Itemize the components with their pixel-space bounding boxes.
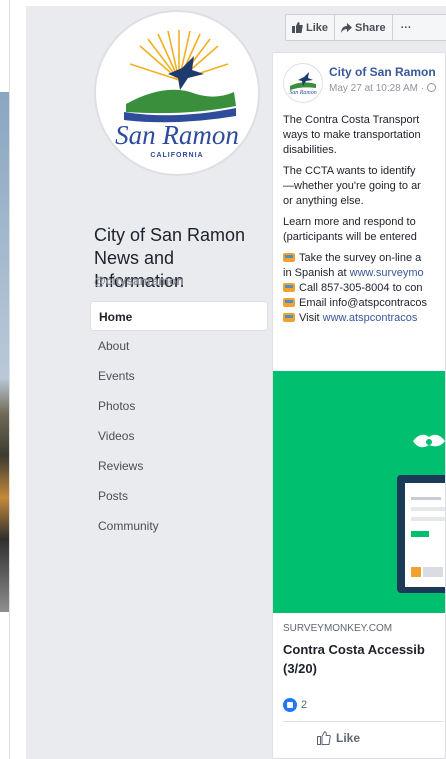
nav-item-videos[interactable]: Videos — [90, 421, 268, 451]
list-item-text: Visit — [299, 312, 323, 324]
nav-item-photos[interactable]: Photos — [90, 391, 268, 421]
reaction-summary[interactable]: 2 — [283, 698, 307, 712]
post-line: —whether you're going to ar — [283, 180, 421, 192]
post-card: San Ramon City of San Ramon May 27 at 10… — [272, 52, 446, 759]
globe-icon — [426, 83, 436, 92]
list-item-text: Call 857-305-8004 to con — [299, 282, 423, 294]
page-action-bar: Like Share ··· — [285, 14, 446, 41]
page-handle[interactable]: @citysanramon — [94, 274, 184, 288]
list-item-text: in Spanish at — [283, 267, 350, 279]
san-ramon-avatar-icon — [290, 72, 316, 90]
page-sidebar: San Ramon CALIFORNIA City of San Ramon N… — [26, 6, 272, 759]
post-list-item: Email info@atspcontracos — [283, 296, 445, 311]
post-line: disabilities. — [283, 144, 337, 156]
thumbs-up-outline-icon — [317, 731, 331, 745]
bus-emoji-icon — [283, 298, 295, 307]
page-nav: Home About Events Photos Videos Reviews … — [90, 301, 268, 541]
post-text: The Contra Costa Transport ways to make … — [283, 113, 445, 326]
facebook-page: San Ramon CALIFORNIA City of San Ramon N… — [26, 6, 446, 759]
main-column: Like Share ··· San Ramon City of San Ram… — [272, 6, 446, 759]
logo-wordmark: San Ramon — [115, 120, 239, 150]
post-list-item: Visit www.atspcontracos — [283, 311, 445, 326]
bus-emoji-icon — [283, 313, 295, 322]
profile-picture[interactable]: San Ramon CALIFORNIA — [94, 10, 260, 176]
link-title-line-2: (3/20) — [283, 661, 317, 676]
post-author-avatar[interactable]: San Ramon — [283, 63, 323, 103]
share-arrow-icon — [341, 22, 353, 33]
post-line: The Contra Costa Transport — [283, 114, 420, 126]
nav-item-events[interactable]: Events — [90, 361, 268, 391]
post-line: ways to make transportation — [283, 129, 421, 141]
post-list-item: Call 857-305-8004 to con — [283, 281, 445, 296]
nav-item-reviews[interactable]: Reviews — [90, 451, 268, 481]
post-timestamp[interactable]: May 27 at 10:28 AM · — [329, 82, 436, 94]
surveymonkey-laptop-illustration-icon — [397, 434, 445, 593]
nav-item-home[interactable]: Home — [90, 301, 268, 331]
post-timestamp-text: May 27 at 10:28 AM · — [329, 83, 427, 94]
share-label: Share — [355, 21, 386, 34]
survey-link-spanish[interactable]: www.surveymo — [350, 267, 424, 279]
nav-item-about[interactable]: About — [90, 331, 268, 361]
post-header: San Ramon City of San Ramon May 27 at 10… — [273, 53, 445, 103]
link-title-line-1: Contra Costa Accessib — [283, 642, 425, 657]
post-line: (participants will be entered — [283, 231, 417, 243]
background-photo — [0, 92, 9, 612]
link-domain: SURVEYMONKEY.COM — [283, 623, 393, 634]
post-list-item: Take the survey on-line a — [283, 251, 445, 266]
list-item-text: Take the survey on-line a — [299, 252, 422, 264]
reaction-count: 2 — [301, 699, 308, 711]
logo-subtext: CALIFORNIA — [150, 152, 204, 159]
link-preview-image[interactable] — [273, 371, 445, 613]
bus-emoji-icon — [283, 253, 295, 262]
nav-item-posts[interactable]: Posts — [90, 481, 268, 511]
nav-item-community[interactable]: Community — [90, 511, 268, 541]
share-button[interactable]: Share — [335, 15, 393, 40]
like-post-button[interactable]: Like — [317, 731, 360, 745]
visit-link[interactable]: www.atspcontracos — [323, 312, 418, 324]
post-line: in Spanish at www.surveymo — [283, 266, 445, 281]
background-window-strip — [0, 0, 10, 759]
post-line: The CCTA wants to identify — [283, 165, 416, 177]
post-line: or anything else. — [283, 195, 364, 207]
like-page-label: Like — [306, 21, 329, 34]
bus-emoji-icon — [283, 283, 295, 292]
like-reaction-icon — [283, 698, 297, 712]
list-item-text: Email info@atspcontracos — [299, 297, 427, 309]
post-author-name[interactable]: City of San Ramon — [329, 65, 436, 79]
like-post-label: Like — [336, 731, 361, 745]
post-line: Learn more and respond to — [283, 216, 416, 228]
avatar-wordmark: San Ramon — [289, 90, 317, 96]
thumbs-up-icon — [292, 22, 303, 33]
like-page-button[interactable]: Like — [286, 15, 336, 40]
more-options-button[interactable]: ··· — [393, 15, 420, 40]
link-preview-meta[interactable]: SURVEYMONKEY.COM Contra Costa Accessib (… — [283, 623, 445, 678]
divider — [283, 721, 443, 722]
